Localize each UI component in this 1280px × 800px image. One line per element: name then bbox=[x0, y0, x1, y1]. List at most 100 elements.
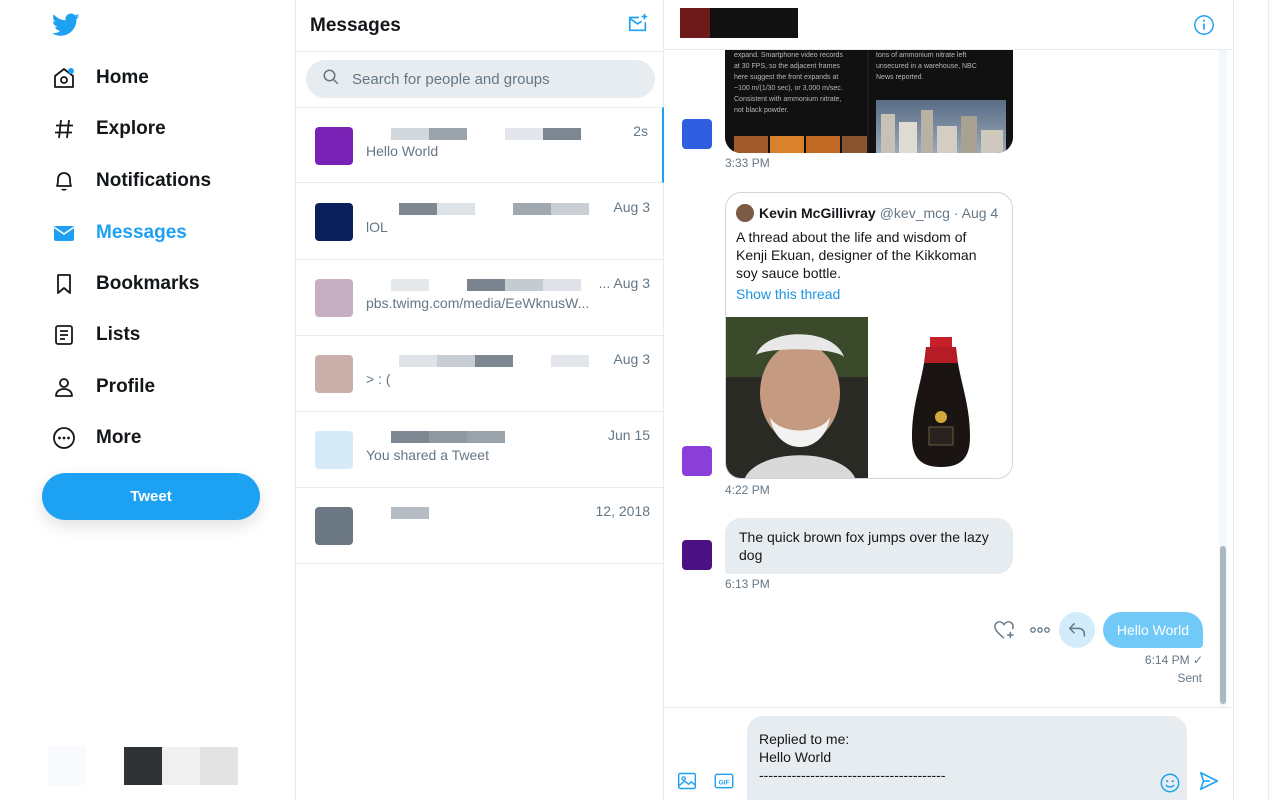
search-bar[interactable] bbox=[306, 60, 655, 98]
quoted-tweet-text: A thread about the life and wisdom of Ke… bbox=[736, 229, 977, 281]
conversation-avatar bbox=[315, 127, 353, 165]
redacted-chat-name bbox=[680, 8, 710, 38]
redacted-handle bbox=[543, 279, 581, 291]
nav-more-label: More bbox=[96, 427, 142, 448]
nav-messages-label: Messages bbox=[96, 222, 187, 243]
outgoing-message-bubble[interactable]: Hello World bbox=[1102, 612, 1203, 648]
scrollbar-thumb[interactable] bbox=[1220, 546, 1226, 704]
redacted-handle bbox=[505, 279, 543, 291]
conversation-time: Aug 3 bbox=[613, 199, 650, 215]
account-name-redacted bbox=[124, 747, 162, 785]
nav-explore-label: Explore bbox=[96, 118, 166, 139]
gif-icon[interactable]: GIF bbox=[713, 770, 735, 792]
conversation-item[interactable]: Aug 3 > : ( bbox=[296, 336, 664, 412]
incoming-message-bubble[interactable]: The quick brown fox jumps over the lazy … bbox=[725, 518, 1013, 574]
image-text-right: tons of ammonium nitrate left unsecured … bbox=[876, 52, 977, 81]
redacted-name bbox=[429, 431, 467, 443]
list-header: Messages bbox=[296, 0, 663, 52]
redacted-handle bbox=[551, 203, 589, 215]
conversation-item[interactable]: 2s Hello World bbox=[296, 107, 664, 183]
account-avatar[interactable] bbox=[48, 747, 86, 785]
screenshot-image-right: tons of ammonium nitrate left unsecured … bbox=[869, 50, 1013, 153]
message-timestamp: 4:22 PM bbox=[725, 483, 770, 497]
sender-avatar[interactable] bbox=[682, 119, 712, 149]
quoted-tweet-card[interactable]: Kevin McGillivray @kev_mcg · Aug 4 A thr… bbox=[725, 192, 1013, 479]
redacted-handle bbox=[543, 128, 581, 140]
search-icon bbox=[322, 68, 340, 91]
sender-avatar[interactable] bbox=[682, 446, 712, 476]
chat-scrollbar[interactable] bbox=[1219, 50, 1227, 707]
tweet-button[interactable]: Tweet bbox=[42, 473, 260, 520]
bell-icon bbox=[40, 169, 88, 193]
shared-image-card[interactable]: expand. Smartphone video records at 30 F… bbox=[725, 50, 1013, 153]
conversation-time: Jun 15 bbox=[607, 427, 650, 443]
nav-more[interactable]: More bbox=[40, 415, 270, 461]
window-edge bbox=[1268, 0, 1269, 800]
redacted-name bbox=[475, 355, 513, 367]
portrait-and-bottle-image bbox=[726, 317, 1012, 478]
message-composer: GIF Replied to me: Hello World ---------… bbox=[664, 707, 1233, 800]
conversation-avatar bbox=[315, 355, 353, 393]
home-icon bbox=[40, 66, 88, 90]
reply-icon[interactable] bbox=[1059, 612, 1095, 648]
conversation-time: ... Aug 3 bbox=[598, 275, 650, 291]
person-icon bbox=[40, 375, 88, 399]
list-icon bbox=[40, 323, 88, 347]
nav-home[interactable]: Home bbox=[40, 55, 270, 101]
redacted-name bbox=[391, 128, 429, 140]
redacted-handle bbox=[513, 203, 551, 215]
redacted-name bbox=[467, 431, 505, 443]
search-input[interactable] bbox=[352, 70, 632, 88]
conversation-item[interactable]: Jun 15 You shared a Tweet bbox=[296, 412, 664, 488]
nav-lists[interactable]: Lists bbox=[40, 312, 270, 358]
new-message-icon[interactable] bbox=[627, 12, 649, 39]
nav-profile-label: Profile bbox=[96, 376, 156, 397]
conversation-list: Messages 2s Hello World bbox=[295, 0, 664, 800]
conversation-avatar bbox=[315, 279, 353, 317]
bookmark-icon bbox=[40, 272, 88, 296]
like-icon[interactable] bbox=[992, 620, 1016, 640]
conversation-preview: You shared a Tweet bbox=[366, 447, 489, 463]
send-icon[interactable] bbox=[1197, 769, 1221, 793]
conversation-time: Aug 3 bbox=[613, 351, 650, 367]
nav-home-label: Home bbox=[96, 67, 149, 88]
image-upload-icon[interactable] bbox=[676, 770, 698, 792]
redacted-name bbox=[391, 431, 429, 443]
screenshot-image-left: expand. Smartphone video records at 30 F… bbox=[725, 50, 867, 153]
conversation-item[interactable]: ... Aug 3 pbs.twimg.com/media/EeWknusW..… bbox=[296, 260, 664, 336]
more-options-icon[interactable] bbox=[1029, 620, 1051, 640]
emoji-icon[interactable] bbox=[1158, 771, 1182, 795]
sender-avatar[interactable] bbox=[682, 540, 712, 570]
author-avatar bbox=[736, 204, 754, 222]
conversation-item[interactable]: 12, 2018 bbox=[296, 488, 664, 564]
message-input[interactable]: Replied to me: Hello World -------------… bbox=[747, 716, 1187, 800]
conversation-avatar bbox=[315, 507, 353, 545]
message-timestamp: 3:33 PM bbox=[725, 156, 770, 170]
twitter-logo-icon[interactable] bbox=[52, 12, 80, 38]
conversation-item[interactable]: Aug 3 lOL bbox=[296, 184, 664, 260]
nav-profile[interactable]: Profile bbox=[40, 364, 270, 410]
envelope-icon bbox=[40, 221, 88, 245]
conversation-avatar bbox=[315, 431, 353, 469]
app-window: Home Explore Notifications Messages Book… bbox=[0, 0, 1280, 800]
nav-notifications-label: Notifications bbox=[96, 170, 212, 191]
redacted-name bbox=[399, 203, 437, 215]
nav-explore[interactable]: Explore bbox=[40, 106, 270, 152]
quoted-tweet-author: Kevin McGillivray @kev_mcg · Aug 4 bbox=[736, 204, 998, 222]
chat-header bbox=[664, 0, 1233, 50]
nav-messages[interactable]: Messages bbox=[40, 210, 270, 256]
more-circle-icon bbox=[40, 426, 88, 450]
nav-notifications[interactable]: Notifications bbox=[40, 158, 270, 204]
nav-bookmarks[interactable]: Bookmarks bbox=[40, 261, 270, 307]
author-name: Kevin McGillivray bbox=[759, 205, 876, 221]
conversation-preview: > : ( bbox=[366, 371, 391, 387]
conversation-avatar bbox=[315, 203, 353, 241]
image-text-left: expand. Smartphone video records at 30 F… bbox=[734, 52, 843, 114]
info-icon[interactable] bbox=[1193, 14, 1215, 41]
redacted-handle bbox=[505, 128, 543, 140]
message-sent-status: Sent bbox=[1177, 671, 1202, 685]
show-thread-link[interactable]: Show this thread bbox=[736, 286, 840, 302]
account-name-redacted bbox=[162, 747, 200, 785]
message-timestamp: 6:14 PM ✓ bbox=[1144, 653, 1203, 667]
redacted-chat-name bbox=[710, 8, 798, 38]
